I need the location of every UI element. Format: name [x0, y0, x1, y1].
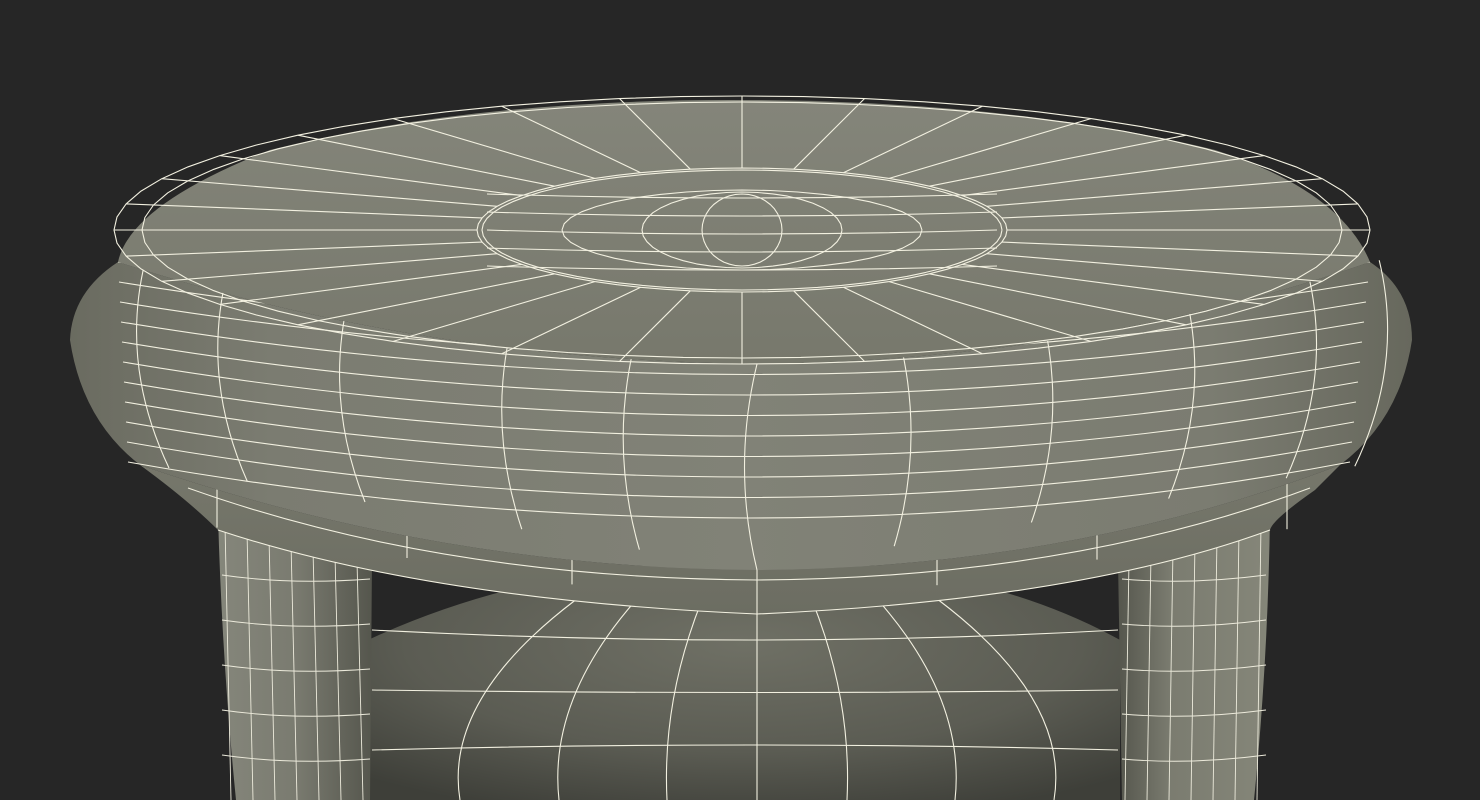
wireframe-render [70, 95, 1412, 800]
render-viewport [0, 0, 1480, 800]
seat-top [113, 95, 1371, 365]
